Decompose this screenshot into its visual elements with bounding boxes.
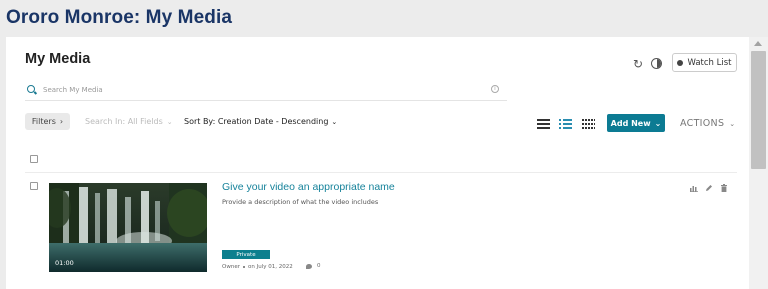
search-icon: [27, 85, 35, 93]
grid-view-icon[interactable]: [582, 119, 595, 131]
search-in-label: Search In: All Fields: [85, 117, 163, 126]
status-badge: Private: [222, 250, 270, 259]
separator-dot: [242, 266, 245, 268]
stats-icon[interactable]: [690, 184, 698, 194]
search-input[interactable]: [43, 83, 483, 97]
comment-icon: [306, 264, 312, 269]
comment-count: 0: [317, 263, 321, 269]
entry-title-link[interactable]: Give your video an appropriate name: [222, 181, 395, 193]
my-media-heading: My Media: [25, 51, 91, 67]
divider: [25, 172, 737, 173]
list-view-icon[interactable]: [537, 119, 550, 131]
detailed-view-icon[interactable]: [559, 119, 572, 131]
entry-meta: Owner on July 01, 2022: [222, 264, 293, 270]
chevron-down-icon: ⌄: [331, 118, 338, 126]
sort-label: Sort By: Creation Date - Descending: [184, 117, 329, 126]
search-bar: i: [25, 81, 507, 101]
chevron-down-icon: ⌄: [729, 120, 736, 128]
video-thumbnail[interactable]: 01:00: [49, 183, 207, 272]
actions-dropdown[interactable]: ACTIONS ⌄: [680, 118, 735, 129]
sort-dropdown[interactable]: Sort By: Creation Date - Descending ⌄: [184, 117, 337, 126]
edit-icon[interactable]: [705, 184, 713, 194]
contrast-icon[interactable]: [651, 58, 662, 69]
add-new-label: Add New: [610, 118, 651, 128]
actions-label: ACTIONS: [680, 118, 725, 129]
info-icon[interactable]: i: [491, 85, 499, 93]
filters-button[interactable]: Filters ›: [25, 113, 70, 130]
watch-list-button[interactable]: Watch List: [672, 53, 737, 72]
search-in-dropdown[interactable]: Search In: All Fields ⌄: [85, 117, 173, 126]
entry-checkbox[interactable]: [30, 182, 38, 190]
filters-label: Filters: [31, 117, 56, 126]
chevron-down-icon: ⌄: [654, 118, 662, 128]
refresh-icon[interactable]: ↻: [633, 58, 643, 70]
select-all-checkbox[interactable]: [30, 155, 38, 163]
scroll-up-arrow-icon[interactable]: [754, 41, 762, 46]
owner-label: Owner: [222, 264, 240, 270]
watch-list-icon: [677, 59, 684, 66]
delete-icon[interactable]: [720, 184, 728, 194]
media-panel: My Media ↻ Watch List i Filters › Search…: [6, 37, 749, 289]
chevron-right-icon: ›: [59, 117, 64, 126]
chevron-down-icon: ⌄: [166, 118, 173, 126]
entry-description: Provide a description of what the video …: [222, 198, 379, 206]
page-title: Ororo Monroe: My Media: [6, 7, 232, 28]
entry-date: on July 01, 2022: [247, 264, 293, 270]
video-duration: 01:00: [55, 259, 74, 267]
scrollbar-thumb[interactable]: [751, 51, 766, 169]
watch-list-label: Watch List: [687, 57, 732, 68]
add-new-button[interactable]: Add New ⌄: [607, 114, 665, 132]
